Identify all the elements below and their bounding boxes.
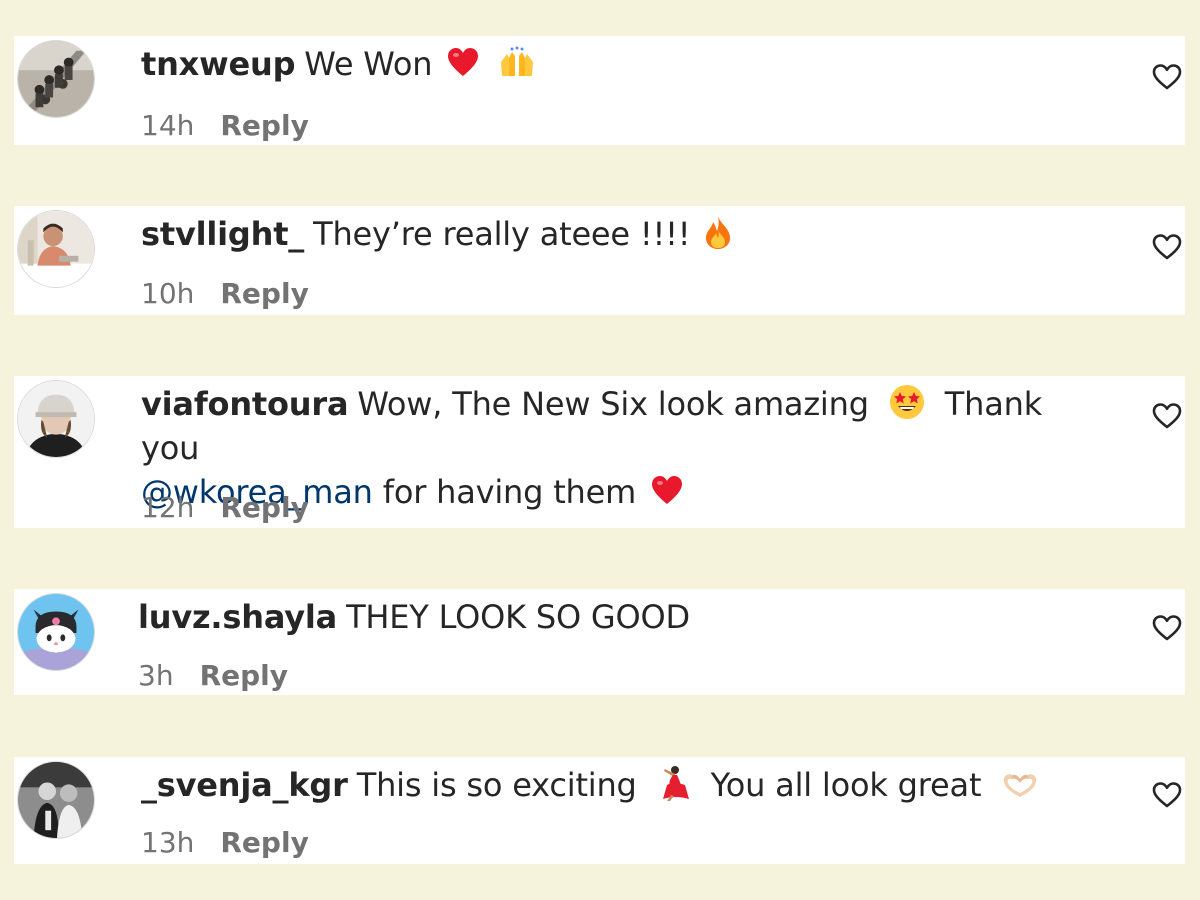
comment-meta: 14h Reply bbox=[141, 108, 309, 144]
red-heart-emoji-icon bbox=[446, 46, 480, 80]
avatar-person-desk-icon bbox=[18, 211, 94, 287]
fire-emoji-icon bbox=[704, 214, 732, 250]
star-struck-emoji-icon bbox=[889, 384, 925, 420]
username[interactable]: _svenja_kgr bbox=[141, 766, 348, 804]
comment-text-segment: They’re really ateee !!!! bbox=[313, 215, 691, 253]
dancer-emoji-icon bbox=[657, 765, 691, 801]
avatar[interactable] bbox=[17, 593, 95, 671]
comment-card: tnxweup We Won 14h Reply bbox=[14, 36, 1185, 145]
username[interactable]: tnxweup bbox=[141, 45, 295, 83]
comment-text-segment: This is so exciting bbox=[356, 766, 637, 804]
heart-outline-icon[interactable] bbox=[1151, 400, 1183, 432]
heart-outline-icon[interactable] bbox=[1151, 61, 1183, 93]
timestamp: 10h bbox=[141, 277, 195, 310]
comment-card: stvllight_ They’re really ateee !!!! 10h R… bbox=[14, 206, 1185, 315]
reply-button[interactable]: Reply bbox=[220, 491, 308, 524]
heart-outline-icon[interactable] bbox=[1151, 612, 1183, 644]
avatar-person-hat-icon bbox=[18, 381, 94, 457]
comment-text-segment: THEY LOOK SO GOOD bbox=[346, 598, 690, 636]
avatar[interactable] bbox=[17, 40, 95, 118]
comment-text-segment: We Won bbox=[304, 45, 433, 83]
comment-text-segment: for having them bbox=[382, 473, 637, 511]
timestamp: 14h bbox=[141, 109, 195, 142]
timestamp: 3h bbox=[138, 659, 174, 692]
avatar[interactable] bbox=[17, 380, 95, 458]
heart-outline-icon[interactable] bbox=[1151, 779, 1183, 811]
comment-text: luvz.shayla THEY LOOK SO GOOD bbox=[138, 595, 1088, 639]
reply-button[interactable]: Reply bbox=[220, 826, 308, 859]
username[interactable]: luvz.shayla bbox=[138, 598, 337, 636]
comment-text-segment: Wow, The New Six look amazing bbox=[357, 385, 869, 423]
timestamp: 12h bbox=[141, 491, 195, 524]
comment-text: tnxweup We Won bbox=[141, 42, 1091, 86]
comment-card: _svenja_kgr This is so exciting You all l… bbox=[14, 757, 1185, 864]
comment-meta: 13h Reply bbox=[141, 825, 309, 861]
comment-meta: 10h Reply bbox=[141, 276, 309, 312]
raising-hands-emoji-icon bbox=[498, 46, 536, 80]
heart-hands-emoji-icon bbox=[1001, 771, 1039, 801]
avatar[interactable] bbox=[17, 761, 95, 839]
reply-button[interactable]: Reply bbox=[220, 277, 308, 310]
username[interactable]: viafontoura bbox=[141, 385, 349, 423]
comment-card: luvz.shayla THEY LOOK SO GOOD 3h Reply bbox=[14, 589, 1185, 695]
comment-meta: 12h Reply bbox=[141, 490, 309, 526]
comment-card: viafontoura Wow, The New Six look amazing… bbox=[14, 376, 1185, 528]
avatar-bw-photo-icon bbox=[18, 762, 94, 838]
comment-text-segment: You all look great bbox=[710, 766, 982, 804]
comment-text: _svenja_kgr This is so exciting You all l… bbox=[141, 763, 1091, 807]
avatar-kuromi-icon bbox=[18, 594, 94, 670]
avatar[interactable] bbox=[17, 210, 95, 288]
comment-meta: 3h Reply bbox=[138, 658, 288, 694]
avatar-group-photo-icon bbox=[18, 41, 94, 117]
reply-button[interactable]: Reply bbox=[220, 109, 308, 142]
username[interactable]: stvllight_ bbox=[141, 215, 304, 253]
heart-outline-icon[interactable] bbox=[1151, 231, 1183, 263]
reply-button[interactable]: Reply bbox=[200, 659, 288, 692]
red-heart-emoji-icon bbox=[650, 474, 684, 508]
comment-text: stvllight_ They’re really ateee !!!! bbox=[141, 212, 1091, 256]
timestamp: 13h bbox=[141, 826, 195, 859]
